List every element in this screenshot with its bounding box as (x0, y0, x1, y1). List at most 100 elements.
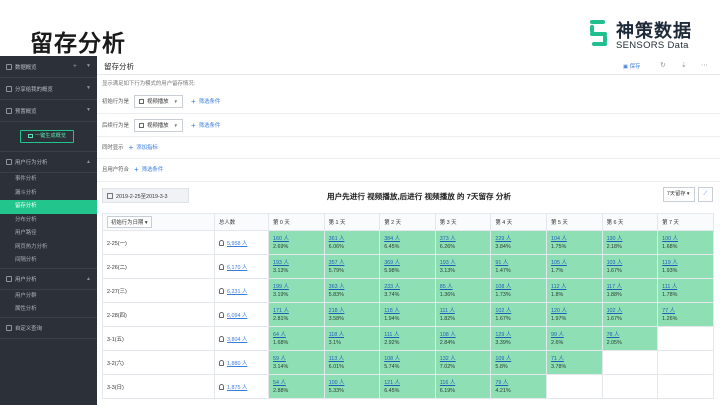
total-count-link[interactable]: 6,231 人 (227, 289, 247, 295)
sidebar-item-user-path[interactable]: 用户路径 (0, 227, 97, 241)
retention-count-link[interactable]: 108 人 (495, 283, 546, 291)
user-add-filter-link[interactable]: + 筛选条件 (134, 165, 163, 174)
initial-add-filter-link[interactable]: + 筛选条件 (191, 97, 220, 106)
total-count-link[interactable]: 1,875 人 (227, 385, 247, 391)
retention-count-link[interactable]: 111 人 (440, 307, 491, 315)
retention-count-link[interactable]: 91 人 (495, 259, 546, 267)
divider (97, 158, 720, 159)
download-icon[interactable]: ⇣ (681, 61, 687, 69)
total-count-link[interactable]: 3,804 人 (227, 337, 247, 343)
total-count-link[interactable]: 6,094 人 (227, 313, 247, 319)
retention-count-link[interactable]: 357 人 (329, 259, 380, 267)
sidebar-section-preset[interactable]: 预置概览 ▼ (0, 100, 97, 122)
retention-cell: 108 人 2.84% (434, 326, 492, 351)
retention-count-link[interactable]: 104 人 (551, 235, 602, 243)
retention-cell: 108 人 5.74% (379, 350, 436, 375)
return-event-select[interactable]: 视频播放 ▼ (133, 118, 184, 132)
retention-count-link[interactable]: 118 人 (384, 307, 435, 315)
retention-count-link[interactable]: 199 人 (273, 283, 324, 291)
retention-count-link[interactable]: 119 人 (662, 259, 713, 267)
retention-count-link[interactable]: 363 人 (329, 283, 380, 291)
generate-overview-button[interactable]: 一键生成概览 (20, 130, 74, 143)
retention-count-link[interactable]: 102 人 (607, 307, 658, 315)
retention-count-link[interactable]: 118 人 (329, 331, 380, 339)
chevron-down-icon[interactable]: ▼ (86, 107, 91, 113)
retention-count-link[interactable]: 116 人 (440, 379, 491, 387)
retention-count-link[interactable]: 103 人 (607, 259, 658, 267)
retention-count-link[interactable]: 100 人 (329, 379, 380, 387)
retention-count-link[interactable]: 129 人 (495, 331, 546, 339)
add-icon[interactable]: + (73, 63, 77, 70)
date-column-select[interactable]: 初始行为日期 ▾ (107, 216, 152, 228)
retention-rate: 5.98% (384, 267, 400, 274)
retention-count-link[interactable]: 59 人 (273, 355, 324, 363)
sidebar-section-shared[interactable]: 分享给我的概览 ▼ (0, 78, 97, 100)
sidebar-item-funnel[interactable]: 漏斗分析 (0, 187, 97, 201)
retention-count-link[interactable]: 120 人 (551, 307, 602, 315)
retention-count-link[interactable]: 109 人 (495, 355, 546, 363)
add-metric-link[interactable]: + 添加指标 (129, 143, 158, 152)
chevron-down-icon[interactable]: ▼ (86, 85, 91, 91)
retention-count-link[interactable]: 71 人 (551, 355, 602, 363)
retention-count-link[interactable]: 121 人 (384, 379, 435, 387)
retention-count-link[interactable]: 112 人 (551, 283, 602, 291)
retention-count-link[interactable]: 373 人 (440, 235, 491, 243)
retention-count-link[interactable]: 111 人 (662, 283, 713, 291)
sidebar-item-retention[interactable]: 留存分析 (0, 200, 97, 214)
sidebar-section-dashboard[interactable]: 数据概览 + ▼ (0, 56, 97, 78)
sidebar-item-heatmap[interactable]: 网页热力分析 (0, 241, 97, 255)
person-icon (219, 263, 224, 270)
retention-count-link[interactable]: 108 人 (384, 355, 435, 363)
retention-count-link[interactable]: 113 人 (329, 355, 380, 363)
sidebar-item-event[interactable]: 事件分析 (0, 173, 97, 187)
retention-count-link[interactable]: 233 人 (384, 283, 435, 291)
chevron-down-icon[interactable]: ▼ (86, 63, 91, 69)
retention-count-link[interactable]: 78 人 (607, 331, 658, 339)
return-add-filter-link[interactable]: + 筛选条件 (191, 121, 220, 130)
refresh-icon[interactable]: ↻ (660, 61, 666, 69)
retention-count-link[interactable]: 108 人 (440, 331, 491, 339)
retention-count-link[interactable]: 117 人 (607, 283, 658, 291)
retention-count-link[interactable]: 132 人 (440, 355, 491, 363)
sidebar-item-distribution[interactable]: 分布分析 (0, 214, 97, 228)
day-column-header: 第 3 天 (434, 213, 492, 231)
sidebar-section-custom-query[interactable]: 自定义查询 (0, 316, 97, 339)
total-count-link[interactable]: 1,880 人 (227, 361, 247, 367)
more-icon[interactable]: ⋯ (701, 61, 708, 69)
chart-toggle-button[interactable]: ⟋ (698, 187, 713, 202)
date-range-picker[interactable]: 2019-2-25至2019-3-3 (102, 188, 189, 203)
save-button[interactable]: ▣ 保存 (623, 62, 640, 70)
retention-count-link[interactable]: 218 人 (329, 307, 380, 315)
retention-count-link[interactable]: 105 人 (551, 259, 602, 267)
retention-count-link[interactable]: 77 人 (662, 307, 713, 315)
retention-count-link[interactable]: 171 人 (273, 307, 324, 315)
total-count-link[interactable]: 6,170 人 (227, 265, 247, 271)
sidebar-section-user[interactable]: 用户分析 ▲ (0, 267, 97, 290)
retention-count-link[interactable]: 193 人 (273, 259, 324, 267)
sidebar-item-attributes[interactable]: 属性分析 (0, 303, 97, 317)
retention-count-link[interactable]: 100 人 (662, 235, 713, 243)
chevron-up-icon[interactable]: ▲ (86, 159, 91, 165)
retention-count-link[interactable]: 229 人 (495, 235, 546, 243)
retention-period-select[interactable]: 7天留存 ▾ (663, 187, 695, 202)
retention-count-link[interactable]: 384 人 (384, 235, 435, 243)
sidebar-item-segments[interactable]: 用户分群 (0, 290, 97, 304)
retention-count-link[interactable]: 54 人 (273, 379, 324, 387)
retention-count-link[interactable]: 160 人 (273, 235, 324, 243)
retention-count-link[interactable]: 99 人 (551, 331, 602, 339)
retention-count-link[interactable]: 130 人 (607, 235, 658, 243)
sidebar-item-interval[interactable]: 间隔分析 (0, 254, 97, 268)
initial-event-select[interactable]: 视频播放 ▼ (133, 94, 184, 108)
date-column-header[interactable]: 初始行为日期 ▾ (102, 213, 215, 231)
chevron-up-icon[interactable]: ▲ (86, 276, 91, 282)
retention-count-link[interactable]: 79 人 (495, 379, 546, 387)
retention-count-link[interactable]: 85 人 (440, 283, 491, 291)
retention-count-link[interactable]: 361 人 (329, 235, 380, 243)
retention-count-link[interactable]: 369 人 (384, 259, 435, 267)
retention-count-link[interactable]: 64 人 (273, 331, 324, 339)
sidebar-section-behavior[interactable]: 用户行为分析 ▲ (0, 151, 97, 173)
retention-count-link[interactable]: 102 人 (495, 307, 546, 315)
retention-count-link[interactable]: 193 人 (440, 259, 491, 267)
total-count-link[interactable]: 5,958 人 (227, 241, 247, 247)
retention-count-link[interactable]: 111 人 (384, 331, 435, 339)
